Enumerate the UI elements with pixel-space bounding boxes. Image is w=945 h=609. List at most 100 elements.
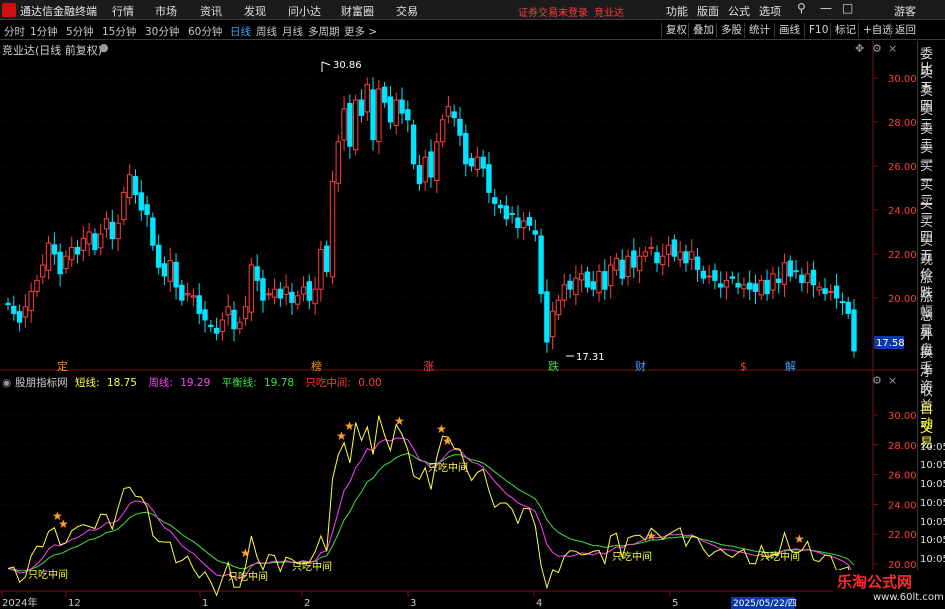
candle xyxy=(399,87,405,124)
candle-body xyxy=(74,246,81,255)
candle-body xyxy=(190,295,197,298)
time-axis: 2024年 12 1 2 3 4 5 xyxy=(1,591,678,609)
candle xyxy=(434,132,440,194)
candle-body xyxy=(260,278,266,301)
candle xyxy=(271,278,278,305)
candle-body xyxy=(161,263,168,277)
candle xyxy=(544,279,550,353)
candle-body xyxy=(86,231,92,245)
candle xyxy=(555,294,562,321)
short-label: 短线: xyxy=(75,377,100,389)
candle-body xyxy=(202,309,208,321)
quote-panel-item[interactable]: 10:05 xyxy=(920,515,945,530)
candle-body xyxy=(480,156,486,169)
candle xyxy=(144,195,150,227)
candle-body xyxy=(237,321,243,330)
candle-body xyxy=(671,239,678,257)
signal-label: 只吃中间 xyxy=(228,570,268,583)
candle-body xyxy=(22,306,29,318)
chart-area[interactable]: 30.0028.0026.0024.0022.0020.00 定榜涨跌财 $ 解 3… xyxy=(0,0,945,609)
candle-body xyxy=(636,255,643,272)
candle xyxy=(822,277,828,301)
current-price-label: 17.58 xyxy=(876,338,905,349)
candle-body xyxy=(642,251,649,257)
candle xyxy=(677,241,683,267)
candle-body xyxy=(364,84,370,113)
candle-body xyxy=(150,217,156,246)
indicator-menu-icon[interactable]: ◉ xyxy=(2,377,11,389)
quote-panel-item[interactable]: 10:05 xyxy=(920,496,945,511)
indicator-signals: ★★★★★ ★★★★ ★ xyxy=(52,414,805,560)
candle-body xyxy=(799,274,805,284)
candle xyxy=(266,288,272,301)
quote-panel-item[interactable]: 10:05 xyxy=(920,477,945,492)
candle xyxy=(613,252,620,276)
candle xyxy=(746,270,753,300)
candle-body xyxy=(219,319,226,332)
candle xyxy=(439,114,446,148)
candle-body xyxy=(138,192,144,211)
week-value: 19.29 xyxy=(180,377,211,389)
watermark-title: 乐淘公式网 xyxy=(837,573,913,591)
candle xyxy=(277,281,284,308)
quote-panel-item[interactable]: 10:05 xyxy=(920,440,945,455)
candle xyxy=(764,269,770,301)
event-marker[interactable]: 财 xyxy=(635,359,646,373)
candle-body xyxy=(335,141,341,184)
close-icon[interactable]: × xyxy=(888,374,897,387)
candle xyxy=(405,100,411,133)
candle xyxy=(387,86,394,130)
candle xyxy=(463,124,469,177)
candle-body xyxy=(654,252,660,264)
candle xyxy=(167,248,173,293)
candle-body xyxy=(683,251,689,264)
candle xyxy=(578,264,585,293)
candle xyxy=(11,295,17,321)
candle xyxy=(329,170,336,285)
time-tick-label: 1 xyxy=(202,598,208,609)
gear-icon[interactable]: ⚙ xyxy=(872,374,882,387)
candle-body xyxy=(625,255,631,277)
y-tick-label: 20.00 xyxy=(888,294,917,305)
candle xyxy=(428,139,434,188)
candle xyxy=(86,222,92,257)
candle-body xyxy=(729,276,736,279)
candle-body xyxy=(271,288,278,298)
candle-body xyxy=(289,291,295,303)
time-tick-label: 12 xyxy=(68,598,81,609)
event-marker[interactable]: 榜 xyxy=(311,359,322,373)
candle xyxy=(833,273,840,309)
week-label: 周线: xyxy=(148,377,173,389)
event-marker[interactable]: 跌 xyxy=(548,359,559,373)
candle-body xyxy=(845,301,851,314)
candle xyxy=(660,243,666,276)
candle xyxy=(225,294,231,326)
candle-body xyxy=(822,288,828,295)
candle xyxy=(352,94,359,156)
candle-body xyxy=(735,282,741,288)
candle xyxy=(5,297,11,311)
candle-body xyxy=(816,286,822,291)
candle-body xyxy=(723,279,730,288)
candle-body xyxy=(787,260,793,277)
event-marker[interactable]: 解 xyxy=(785,359,796,373)
indicator-lines xyxy=(7,415,855,600)
signal-label: 只吃中间 xyxy=(760,550,800,563)
candle-body xyxy=(434,141,440,182)
candle xyxy=(22,294,29,328)
indicator-name[interactable]: 股朋指标网 xyxy=(15,377,68,389)
candle xyxy=(289,283,295,315)
event-marker[interactable]: 定 xyxy=(57,359,68,373)
only-value: 0.00 xyxy=(358,377,382,389)
quote-panel-item[interactable]: 10:05 xyxy=(920,552,945,567)
candle-body xyxy=(706,275,712,278)
event-marker[interactable]: 涨 xyxy=(423,360,434,373)
candle-body xyxy=(318,249,324,290)
candle xyxy=(190,288,197,307)
candle-body xyxy=(167,260,173,282)
quote-panel-item[interactable]: 10:05 xyxy=(920,458,945,473)
event-marker[interactable]: $ xyxy=(740,360,747,373)
candle xyxy=(416,154,423,191)
short-value: 18.75 xyxy=(106,377,137,389)
quote-panel-item[interactable]: 10:05 xyxy=(920,533,945,548)
